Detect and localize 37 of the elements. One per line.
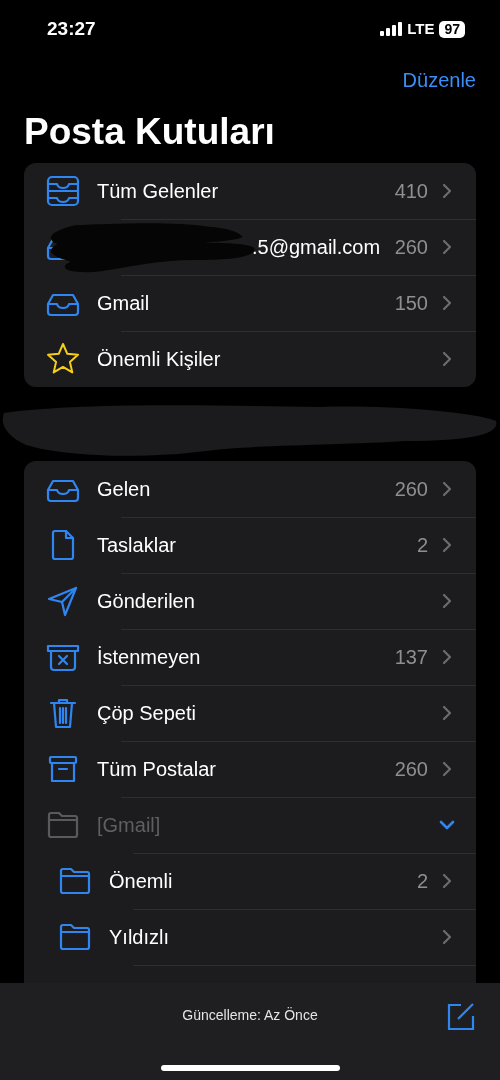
- mailbox-row[interactable]: Tüm Postalar 260: [24, 741, 476, 797]
- unread-count: 260: [394, 757, 428, 782]
- mailbox-name: Gelen: [97, 477, 151, 502]
- mailbox-name: Yıldızlı: [109, 925, 170, 950]
- mailbox-row[interactable]: İstenmeyen 137: [24, 629, 476, 685]
- mailbox-row[interactable]: Taslaklar 2: [24, 517, 476, 573]
- unread-count: 150: [394, 291, 428, 316]
- mailbox-row[interactable]: Çöp Sepeti: [24, 685, 476, 741]
- unread-count: 2: [416, 869, 428, 894]
- unread-count: 2: [416, 533, 428, 558]
- mailbox-name: Tüm Gelenler: [97, 179, 219, 204]
- edit-button[interactable]: Düzenle: [402, 65, 476, 95]
- unread-count: 260: [394, 235, 428, 260]
- update-status: Güncelleme: Az Önce: [181, 1006, 319, 1025]
- mailbox-name: Çöp Sepeti: [97, 701, 196, 726]
- network-label: LTE: [407, 18, 435, 39]
- battery-indicator: 97: [439, 20, 465, 38]
- mailbox-row[interactable]: Gmail 150: [24, 275, 476, 331]
- mailbox-name: Önemli Kişiler: [97, 347, 221, 372]
- unread-count: 410: [394, 179, 428, 204]
- mailbox-row[interactable]: .5@gmail.com 260: [24, 219, 476, 275]
- clock: 23:27: [47, 16, 96, 41]
- mailbox-name: Tüm Postalar: [97, 757, 216, 782]
- mailbox-name: [Gmail]: [97, 813, 161, 838]
- unread-count: 260: [394, 477, 428, 502]
- mailbox-name: Önemli: [109, 869, 173, 894]
- unread-count: 137: [394, 645, 428, 670]
- mailbox-name: İstenmeyen: [97, 645, 201, 670]
- page-title: Posta Kutuları: [23, 110, 276, 154]
- mailbox-row[interactable]: Gelen 260: [24, 461, 476, 517]
- mailbox-name: Taslaklar: [97, 533, 176, 558]
- mailbox-name: .5@gmail.com: [252, 235, 381, 260]
- mailbox-row[interactable]: Tüm Gelenler 410: [24, 163, 476, 219]
- mailbox-name: Gmail: [97, 291, 150, 316]
- mailbox-row[interactable]: Gönderilen: [24, 573, 476, 629]
- mailbox-name: Gönderilen: [97, 589, 195, 614]
- mailbox-row[interactable]: Önemli Kişiler: [24, 331, 476, 387]
